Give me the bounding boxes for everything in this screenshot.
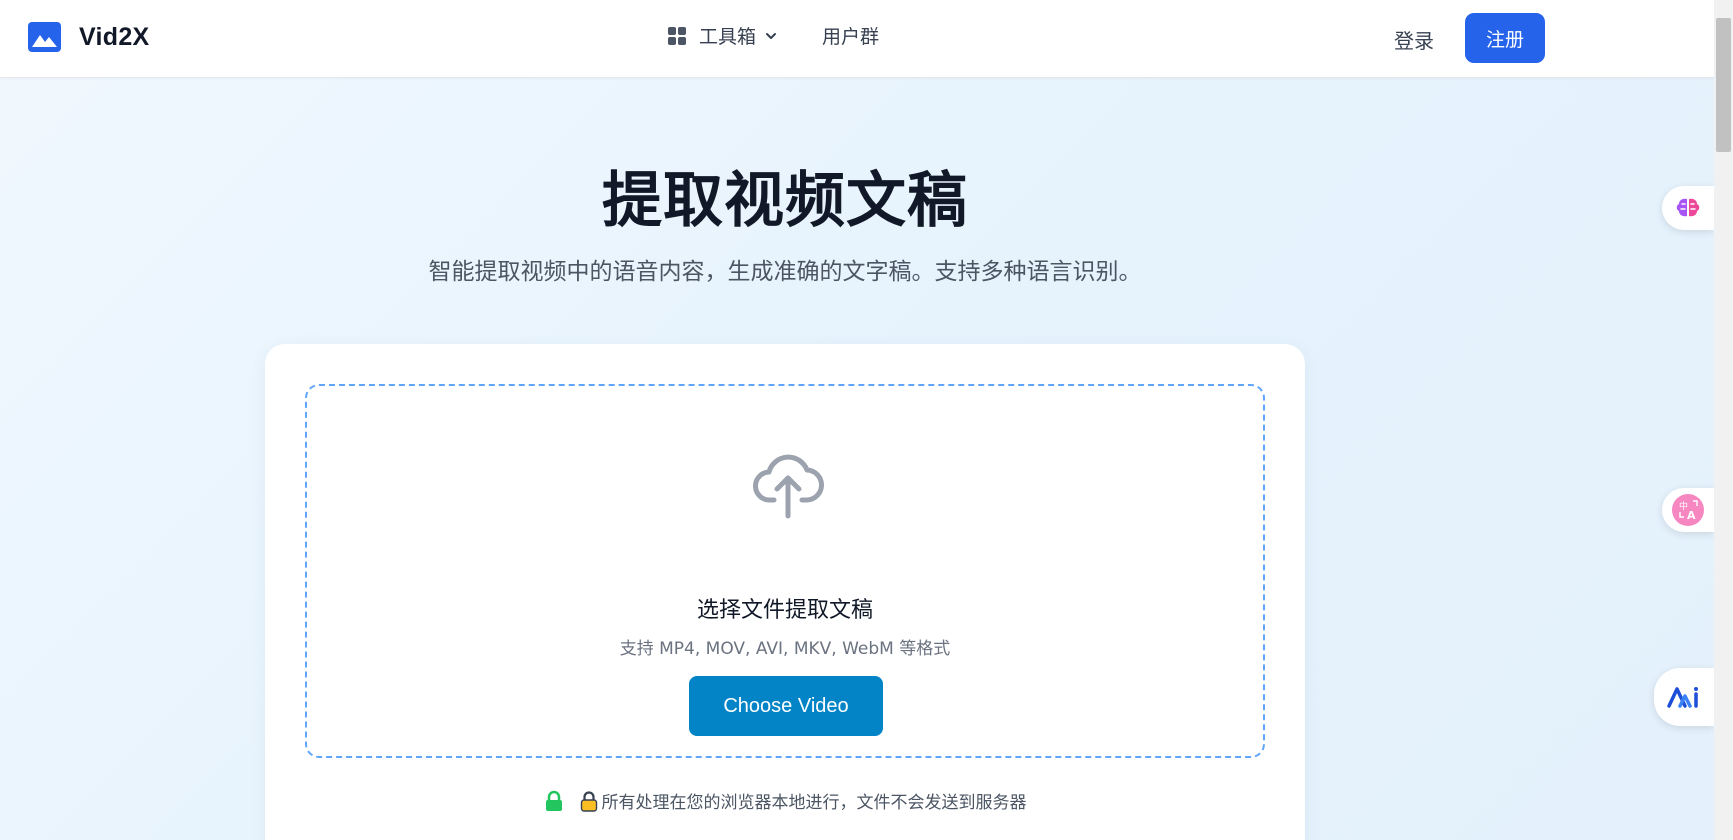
privacy-note: 所有处理在您的浏览器本地进行，文件不会发送到服务器 [265,788,1305,813]
scrollbar-thumb[interactable] [1716,18,1731,152]
translate-icon: 中 A [1672,494,1704,526]
nav-toolbox-label: 工具箱 [699,26,757,48]
floating-ai-button[interactable] [1654,668,1714,726]
cloud-upload-icon [753,454,824,519]
mountain-image-icon [28,22,61,52]
page-scrollbar[interactable] [1714,0,1733,840]
privacy-text: 所有处理在您的浏览器本地进行，文件不会发送到服务器 [601,793,1027,813]
page: Vid2X 工具箱 用户群 登录 注册 提取视频文稿 智能提取视频中的语音内容，… [0,0,1714,840]
page-subtitle: 智能提取视频中的语音内容，生成准确的文字稿。支持多种语言识别。 [428,259,1142,285]
ai-assistant-icon [1667,687,1698,708]
file-dropzone[interactable]: 选择文件提取文稿 支持 MP4, MOV, AVI, MKV, WebM 等格式… [305,384,1265,758]
choose-video-button[interactable]: Choose Video [689,676,883,736]
nav-user-group[interactable]: 用户群 [822,22,879,49]
login-link[interactable]: 登录 [1394,25,1434,54]
page-title: 提取视频文稿 [602,166,968,236]
chevron-down-icon [766,32,777,39]
lock-emoji-icon [580,790,597,812]
logo[interactable]: Vid2X [28,22,150,52]
nav-toolbox-dropdown[interactable]: 工具箱 [668,22,778,49]
svg-text:A: A [1687,509,1696,522]
lock-icon [545,790,562,811]
logo-text: Vid2X [79,22,150,51]
register-button[interactable]: 注册 [1465,13,1545,63]
brain-icon [1676,198,1700,217]
upload-card: 选择文件提取文稿 支持 MP4, MOV, AVI, MKV, WebM 等格式… [265,344,1305,840]
floating-translate-button[interactable]: 中 A [1662,488,1714,532]
main-nav: 工具箱 用户群 [668,22,879,49]
dropzone-title: 选择文件提取文稿 [696,598,873,623]
floating-brain-button[interactable] [1662,186,1714,230]
top-header: Vid2X 工具箱 用户群 登录 注册 [0,0,1714,78]
supported-formats: 支持 MP4, MOV, AVI, MKV, WebM 等格式 [619,639,951,659]
grid-icon [668,26,686,45]
